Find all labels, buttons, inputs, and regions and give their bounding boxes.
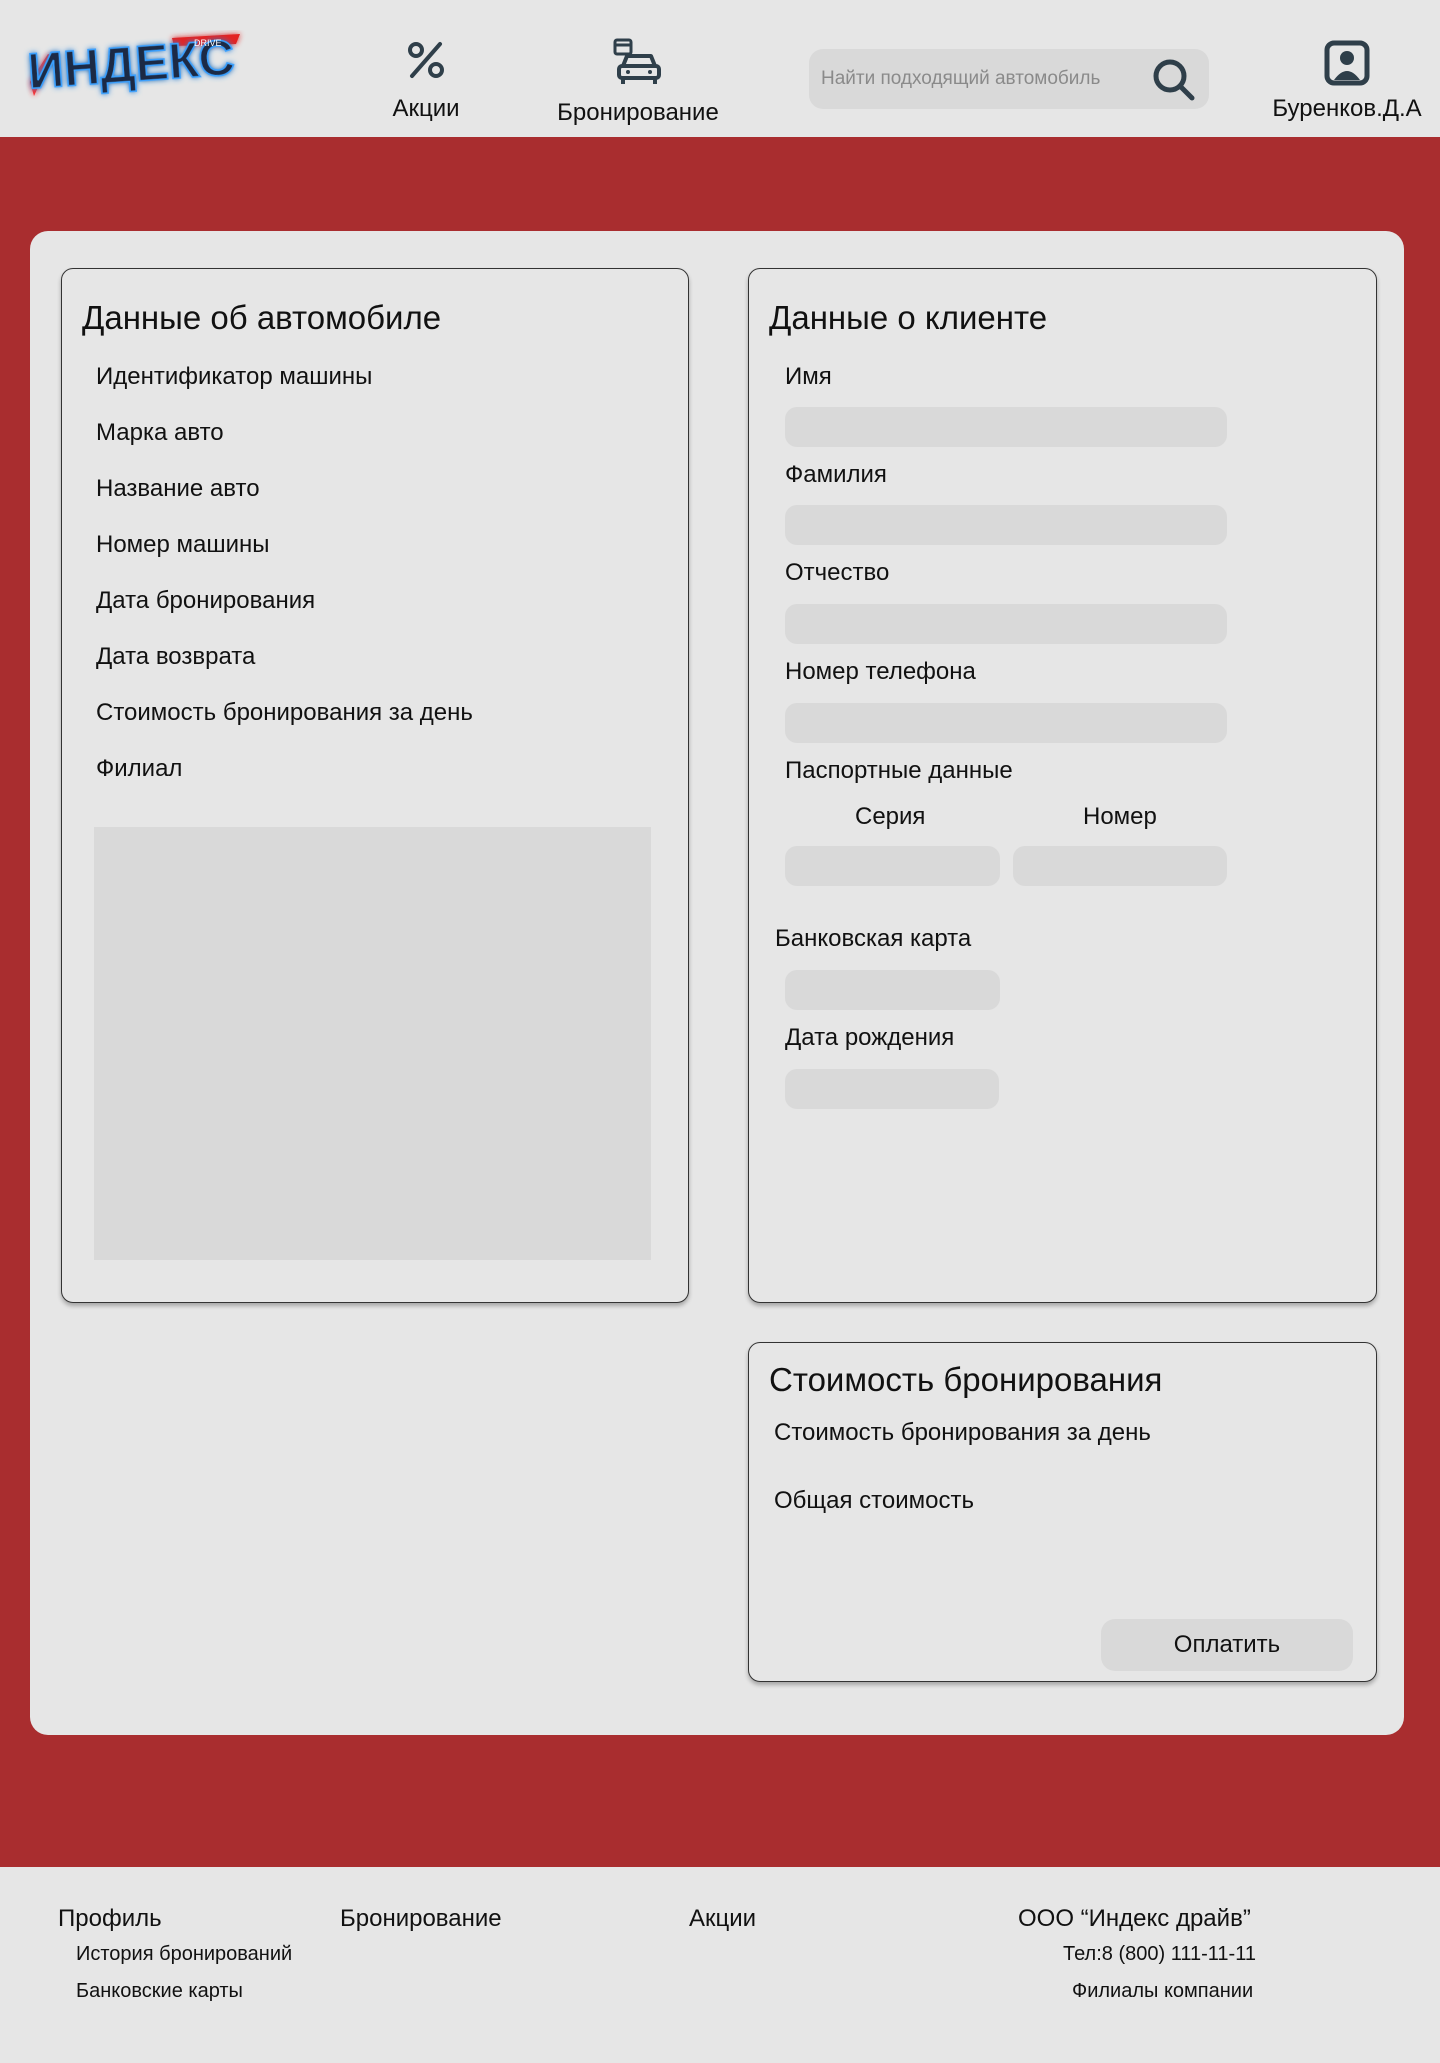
header: ИНДЕКС DRIVE Акции Бронирование Найти по…: [0, 0, 1440, 137]
search-bar: [809, 49, 1209, 109]
bank-card-label: Банковская карта: [775, 925, 972, 952]
search-input[interactable]: [821, 59, 1141, 99]
daily-cost-label: Стоимость бронирования за день: [96, 699, 473, 726]
car-calendar-icon: [548, 36, 728, 95]
phone-field[interactable]: [785, 703, 1227, 743]
logo[interactable]: ИНДЕКС DRIVE: [22, 28, 252, 102]
footer-booking-history-link[interactable]: История бронирований: [76, 1943, 292, 1966]
patronymic-label: Отчество: [785, 559, 890, 586]
last-name-field[interactable]: [785, 505, 1227, 545]
pay-button[interactable]: Оплатить: [1101, 1619, 1353, 1671]
nav-promo[interactable]: Акции: [380, 36, 472, 123]
footer-company-name: ООО “Индекс драйв”: [1018, 1905, 1251, 1932]
birth-date-field[interactable]: [785, 1069, 999, 1109]
branch-label: Филиал: [96, 755, 183, 782]
booking-date-label: Дата бронирования: [96, 587, 316, 614]
passport-label: Паспортные данные: [785, 757, 1013, 784]
footer-phone: Тел:8 (800) 111-11-11: [1063, 1943, 1256, 1965]
patronymic-field[interactable]: [785, 604, 1227, 644]
user-portrait-icon: [1262, 40, 1432, 93]
search-icon[interactable]: [1151, 57, 1197, 103]
cost-panel-title: Стоимость бронирования: [769, 1361, 1163, 1398]
car-name-label: Название авто: [96, 475, 260, 502]
cost-daily-label: Стоимость бронирования за день: [774, 1419, 1151, 1446]
footer: Профиль История бронирований Банковские …: [0, 1867, 1440, 2063]
phone-label: Номер телефона: [785, 658, 976, 685]
passport-series-label: Серия: [855, 803, 926, 830]
logo-image: ИНДЕКС DRIVE: [25, 28, 240, 100]
client-info-panel: Данные о клиенте Имя Фамилия Отчество Но…: [748, 268, 1377, 1303]
return-date-label: Дата возврата: [96, 643, 256, 670]
footer-branches-link[interactable]: Филиалы компании: [1072, 1980, 1253, 2003]
profile-name: Буренков.Д.А: [1272, 95, 1422, 122]
booking-cost-panel: Стоимость бронирования Стоимость брониро…: [748, 1342, 1377, 1682]
car-id-label: Идентификатор машины: [96, 363, 373, 390]
birth-date-label: Дата рождения: [785, 1024, 955, 1051]
car-panel-title: Данные об автомобиле: [82, 299, 442, 336]
client-panel-title: Данные о клиенте: [769, 299, 1048, 336]
logo-sub-text: DRIVE: [194, 38, 222, 48]
passport-number-label: Номер: [1083, 803, 1157, 830]
footer-promo-heading[interactable]: Акции: [689, 1905, 756, 1933]
last-name-label: Фамилия: [785, 461, 887, 488]
nav-booking[interactable]: Бронирование: [548, 36, 728, 127]
nav-promo-label: Акции: [392, 95, 460, 122]
passport-number-field[interactable]: [1013, 846, 1227, 886]
nav-booking-label: Бронирование: [557, 99, 719, 126]
footer-profile-heading[interactable]: Профиль: [58, 1905, 162, 1933]
total-cost-label: Общая стоимость: [774, 1487, 974, 1514]
profile-menu[interactable]: Буренков.Д.А: [1262, 40, 1432, 123]
passport-series-field[interactable]: [785, 846, 1000, 886]
first-name-field[interactable]: [785, 407, 1227, 447]
footer-bank-cards-link[interactable]: Банковские карты: [76, 1980, 243, 2003]
car-number-label: Номер машины: [96, 531, 270, 558]
car-info-panel: Данные об автомобиле Идентификатор машин…: [61, 268, 689, 1303]
first-name-label: Имя: [785, 363, 832, 390]
footer-booking-heading[interactable]: Бронирование: [340, 1905, 502, 1933]
bank-card-field[interactable]: [785, 970, 1000, 1010]
car-photo-placeholder: [94, 827, 651, 1260]
car-brand-label: Марка авто: [96, 419, 224, 446]
percent-icon: [380, 36, 472, 91]
